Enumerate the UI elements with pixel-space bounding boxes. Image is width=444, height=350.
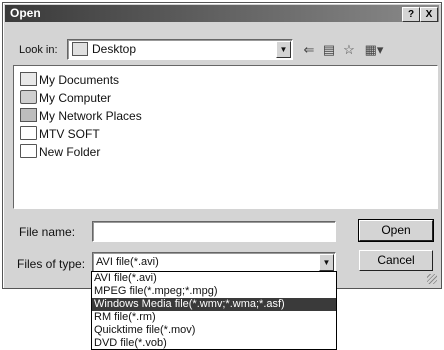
filetype-option[interactable]: AVI file(*.avi) <box>92 272 336 285</box>
dialog-title: Open <box>10 6 41 20</box>
chevron-down-icon[interactable]: ▼ <box>319 254 334 271</box>
network-icon <box>20 108 37 122</box>
up-folder-icon[interactable]: ▤ <box>319 41 339 59</box>
filetype-label: Files of type: <box>17 257 86 271</box>
folder-icon <box>20 144 37 158</box>
filetype-combobox[interactable]: AVI file(*.avi) ▼ <box>92 252 336 273</box>
resize-grip-icon[interactable] <box>427 274 437 284</box>
list-item[interactable]: My Network Places <box>20 108 142 124</box>
list-item[interactable]: New Folder <box>20 144 100 160</box>
filetype-value: AVI file(*.avi) <box>96 256 159 268</box>
filetype-option[interactable]: RM file(*.rm) <box>92 311 336 324</box>
desktop-icon <box>72 42 88 56</box>
filetype-option-selected[interactable]: Windows Media file(*.wmv;*.wma;*.asf) <box>92 298 336 311</box>
filetype-option[interactable]: MPEG file(*.mpeg;*.mpg) <box>92 285 336 298</box>
list-item[interactable]: My Documents <box>20 72 119 88</box>
cancel-button[interactable]: Cancel <box>359 250 433 271</box>
lookin-combobox[interactable]: Desktop ▼ <box>67 39 293 60</box>
close-button[interactable]: X <box>420 7 438 22</box>
filename-label: File name: <box>19 225 76 239</box>
list-item[interactable]: MTV SOFT <box>20 126 100 142</box>
title-bar[interactable]: Open ? X <box>5 5 439 22</box>
computer-icon <box>20 90 37 104</box>
filetype-dropdown-list[interactable]: AVI file(*.avi) MPEG file(*.mpeg;*.mpg) … <box>91 271 337 350</box>
lookin-value: Desktop <box>92 42 137 56</box>
file-list[interactable]: My Documents My Computer My Network Plac… <box>13 65 438 209</box>
list-item[interactable]: My Computer <box>20 90 111 106</box>
filetype-option[interactable]: DVD file(*.vob) <box>92 337 336 349</box>
new-folder-icon[interactable]: ☆ <box>339 41 359 59</box>
documents-icon <box>20 72 37 86</box>
folder-icon <box>20 126 37 140</box>
filename-input[interactable] <box>92 221 336 242</box>
help-button[interactable]: ? <box>402 7 420 22</box>
back-icon[interactable]: ⇐ <box>299 41 319 59</box>
view-menu-icon[interactable]: ▦▾ <box>361 41 387 59</box>
item-label: MTV SOFT <box>39 127 100 141</box>
lookin-label: Look in: <box>19 44 58 56</box>
open-dialog: Open ? X Look in: Desktop ▼ ⇐ ▤ ☆ ▦▾ My … <box>2 2 442 289</box>
filetype-option[interactable]: Quicktime file(*.mov) <box>92 324 336 337</box>
item-label: My Network Places <box>39 109 142 123</box>
chevron-down-icon[interactable]: ▼ <box>276 41 291 58</box>
item-label: New Folder <box>39 145 101 159</box>
item-label: My Computer <box>39 91 112 105</box>
item-label: My Documents <box>39 73 120 87</box>
open-button[interactable]: Open <box>358 219 434 242</box>
